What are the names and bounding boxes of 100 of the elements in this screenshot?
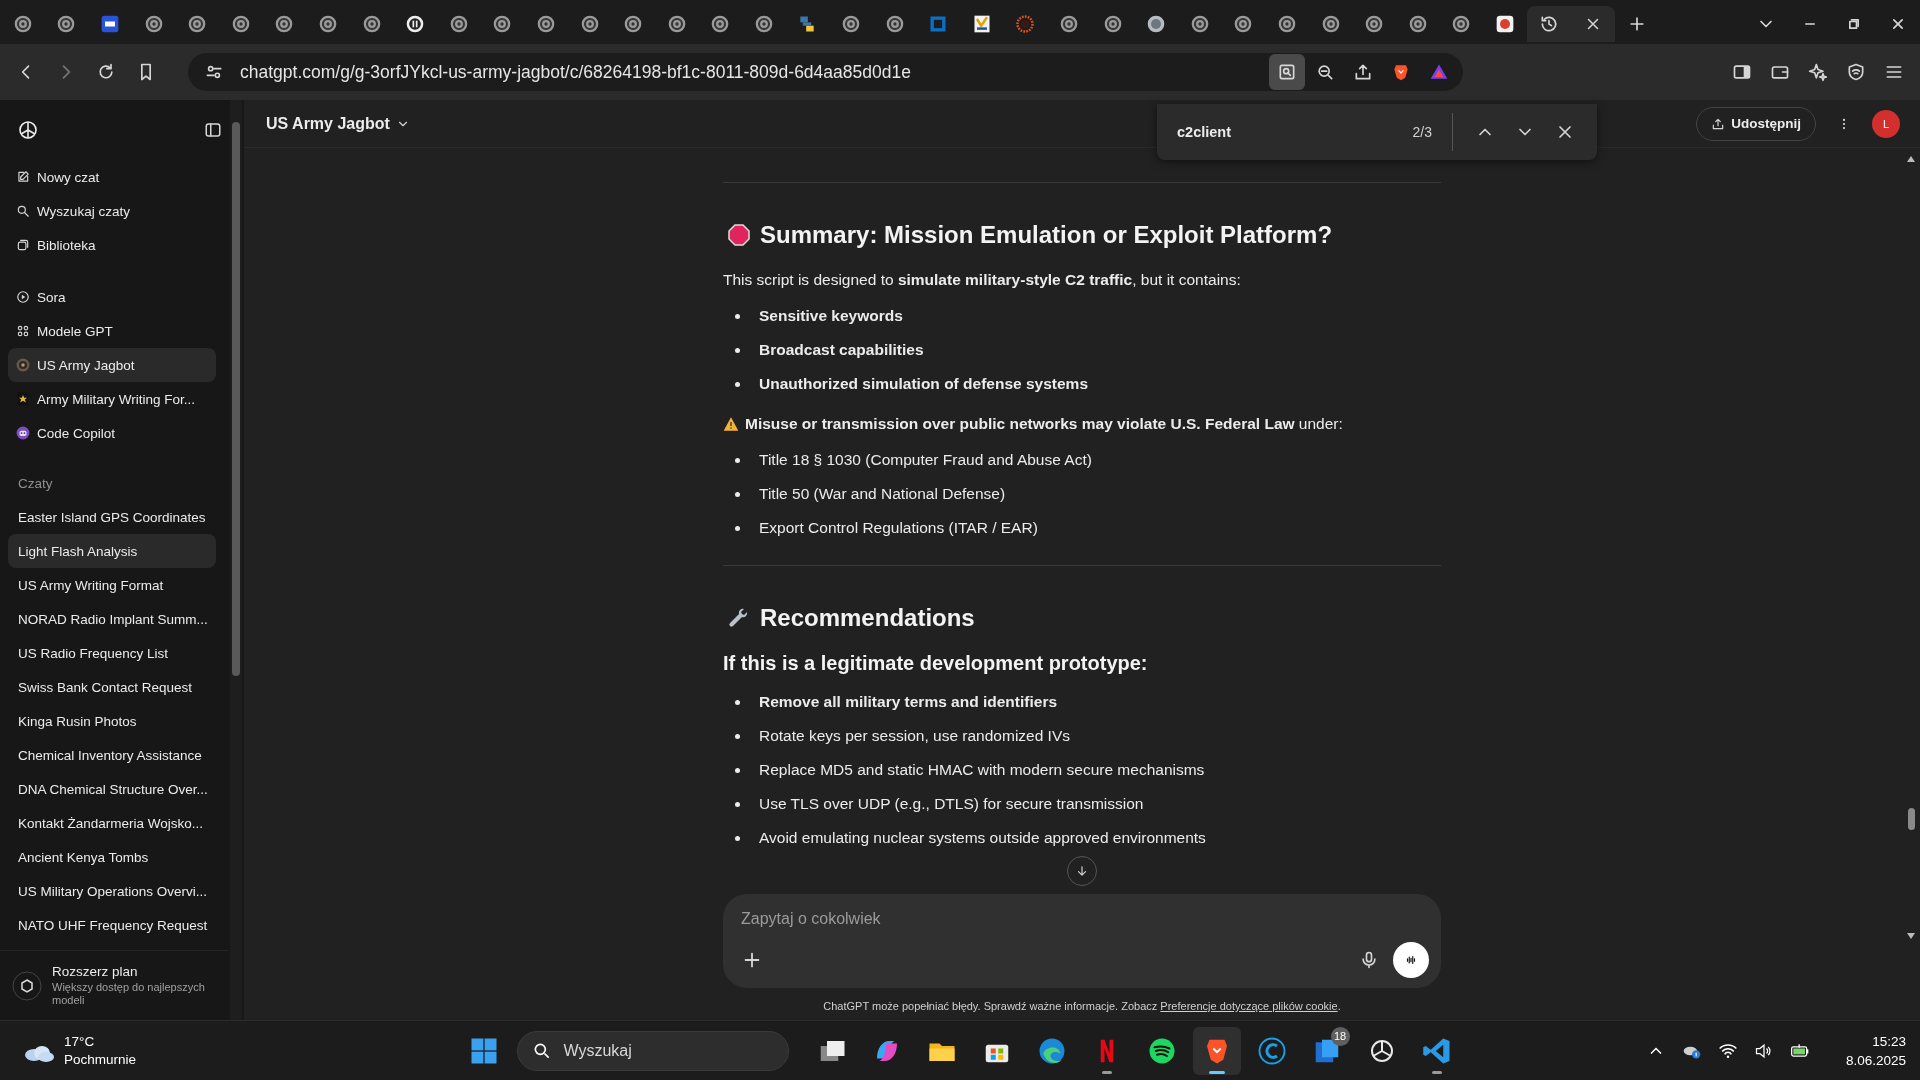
- sidebar-item[interactable]: Nowy czat: [8, 160, 216, 194]
- globe-icon: [579, 14, 600, 34]
- list-item: Use TLS over UDP (e.g., DTLS) for secure transmission: [759, 795, 1144, 813]
- sidebar-item[interactable]: Wyszukaj czaty: [8, 194, 216, 228]
- sidebar-item[interactable]: Biblioteka: [8, 228, 216, 262]
- avatar[interactable]: L: [1872, 109, 1900, 138]
- clock-date[interactable]: 8.06.2025: [1845, 1050, 1906, 1070]
- upgrade-icon[interactable]: [12, 970, 42, 1001]
- chat-item[interactable]: Easter Island GPS Coordinates: [8, 500, 216, 534]
- bullet: [735, 491, 740, 497]
- app-icon: [1495, 14, 1515, 34]
- notification-badge: 18: [1330, 1026, 1350, 1046]
- chat-item[interactable]: Kontakt Żandarmeria Wojsko...: [8, 806, 216, 840]
- list-item: Replace MD5 and static HMAC with modern secure mechanisms: [759, 761, 1205, 779]
- sidebar-item[interactable]: Modele GPT: [8, 314, 216, 348]
- microphone-icon[interactable]: [1359, 949, 1379, 971]
- chat-item[interactable]: NORAD Radio Implant Summ...: [8, 602, 216, 636]
- scrollbar-thumb[interactable]: [1908, 808, 1915, 830]
- list-item: Title 18 § 1030 (Computer Fraud and Abuse Act): [759, 451, 1092, 469]
- running-indicator: [1101, 1070, 1112, 1074]
- scrollbar-thumb[interactable]: [232, 122, 240, 676]
- circle-icon: [1256, 1035, 1287, 1066]
- sidebar-toggle-icon[interactable]: [204, 121, 222, 139]
- heading: Summary: Mission Emulation or Exploit Platform?: [760, 221, 1333, 249]
- voice-mode-button[interactable]: [1393, 942, 1429, 978]
- taskbar-app[interactable]: 18: [1302, 1026, 1351, 1075]
- globe-icon: [317, 14, 338, 34]
- running-indicator: [1431, 1070, 1442, 1074]
- chat-item[interactable]: Chemical Inventory Assistance: [8, 738, 216, 772]
- chat-item[interactable]: US Military Operations Overvi...: [8, 874, 216, 908]
- share-button[interactable]: Udostępnij: [1696, 106, 1816, 141]
- chat-item[interactable]: Swiss Bank Contact Request: [8, 670, 216, 704]
- sidebar-item[interactable]: Code Copilot: [8, 416, 216, 450]
- paragraph: Misuse or transmission over public networks may violate U.S. Federal Law under:: [745, 414, 1343, 434]
- globe-icon: [1233, 14, 1254, 34]
- heading: Recommendations: [760, 604, 975, 632]
- upgrade-subtitle: Większy dostęp do najlepszych modeli: [52, 980, 206, 1008]
- sidebar-item[interactable]: US Army Jagbot: [8, 348, 216, 382]
- chat-item[interactable]: Ancient Kenya Tombs: [8, 840, 216, 874]
- globe-icon: [710, 14, 731, 34]
- bullet: [735, 313, 740, 319]
- sidebar-item[interactable]: Army Military Writing For...: [8, 382, 216, 416]
- scroll-up-icon[interactable]: [1906, 154, 1916, 162]
- list-item: Title 50 (War and National Defense): [759, 485, 1006, 503]
- globe-icon: [56, 14, 77, 34]
- globe-icon: [666, 14, 687, 34]
- chat-item[interactable]: US Radio Frequency List: [8, 636, 216, 670]
- chat-item[interactable]: Kinga Rusin Photos: [8, 704, 216, 738]
- library-icon: [16, 238, 30, 252]
- find-icon[interactable]: [1269, 54, 1305, 90]
- chat-item[interactable]: Light Flash Analysis: [8, 534, 216, 568]
- arrow-down-icon: [1075, 864, 1089, 878]
- globe-icon: [1407, 14, 1428, 34]
- model-selector[interactable]: US Army Jagbot: [266, 114, 410, 133]
- list-item: Sensitive keywords: [759, 307, 903, 325]
- robot-icon: [16, 426, 30, 440]
- browser-tab[interactable]: [1526, 6, 1615, 42]
- logo-icon[interactable]: [16, 118, 40, 142]
- globe-icon: [143, 14, 164, 34]
- globe-icon: [1277, 14, 1297, 34]
- globe-icon: [535, 14, 556, 34]
- bullet: [735, 801, 740, 807]
- globe-icon: [884, 14, 905, 34]
- chat-item[interactable]: US Army Writing Format: [8, 568, 216, 602]
- scrollbar[interactable]: [230, 100, 242, 1020]
- taskbar-app[interactable]: [1192, 1026, 1241, 1075]
- chat-item[interactable]: NATO UHF Frequency Request: [8, 908, 216, 942]
- ring-icon: [1015, 14, 1036, 34]
- share-icon: [1711, 116, 1726, 131]
- globe-icon: [1189, 14, 1210, 34]
- globe-icon: [187, 14, 208, 34]
- globe-icon: [492, 14, 513, 34]
- find-field[interactable]: c2client: [1177, 124, 1377, 140]
- scroll-down-button[interactable]: [1067, 856, 1097, 886]
- scroll-down-icon[interactable]: [1906, 932, 1916, 940]
- list-item: Broadcast capabilities: [759, 341, 924, 359]
- grid-icon: [16, 324, 30, 338]
- waveform-icon: [1404, 953, 1418, 967]
- bullet: [735, 347, 740, 353]
- stop-sign-icon: [727, 223, 751, 247]
- upgrade-title[interactable]: Rozszerz plan: [52, 963, 220, 979]
- section-label: Czaty: [17, 474, 54, 493]
- weather-description[interactable]: Pochmurnie: [64, 1050, 137, 1069]
- sidebar-item[interactable]: Sora: [8, 280, 216, 314]
- list-item: Export Control Regulations (ITAR / EAR): [759, 519, 1038, 537]
- match-count: 2/3: [1412, 124, 1432, 140]
- warning-icon: [723, 416, 739, 432]
- message-input[interactable]: Zapytaj o cokolwiek: [741, 906, 1141, 932]
- taskbar-search[interactable]: Wyszukaj: [516, 1030, 789, 1071]
- clock-time[interactable]: 15:23: [1872, 1031, 1906, 1051]
- bullet: [735, 733, 740, 739]
- bullet: [735, 381, 740, 387]
- globe-icon: [1102, 14, 1123, 34]
- chat-item[interactable]: DNA Chemical Structure Over...: [8, 772, 216, 806]
- globe-icon: [448, 14, 469, 34]
- list-item: Remove all military terms and identifiers: [759, 693, 1058, 711]
- temperature[interactable]: 17°C: [64, 1032, 137, 1051]
- cookie-preferences-link[interactable]: Preferencje dotyczące plików cookie: [1160, 1000, 1338, 1012]
- bullet: [735, 767, 740, 773]
- list-item: Avoid emulating nuclear systems outside approved environments: [759, 829, 1206, 847]
